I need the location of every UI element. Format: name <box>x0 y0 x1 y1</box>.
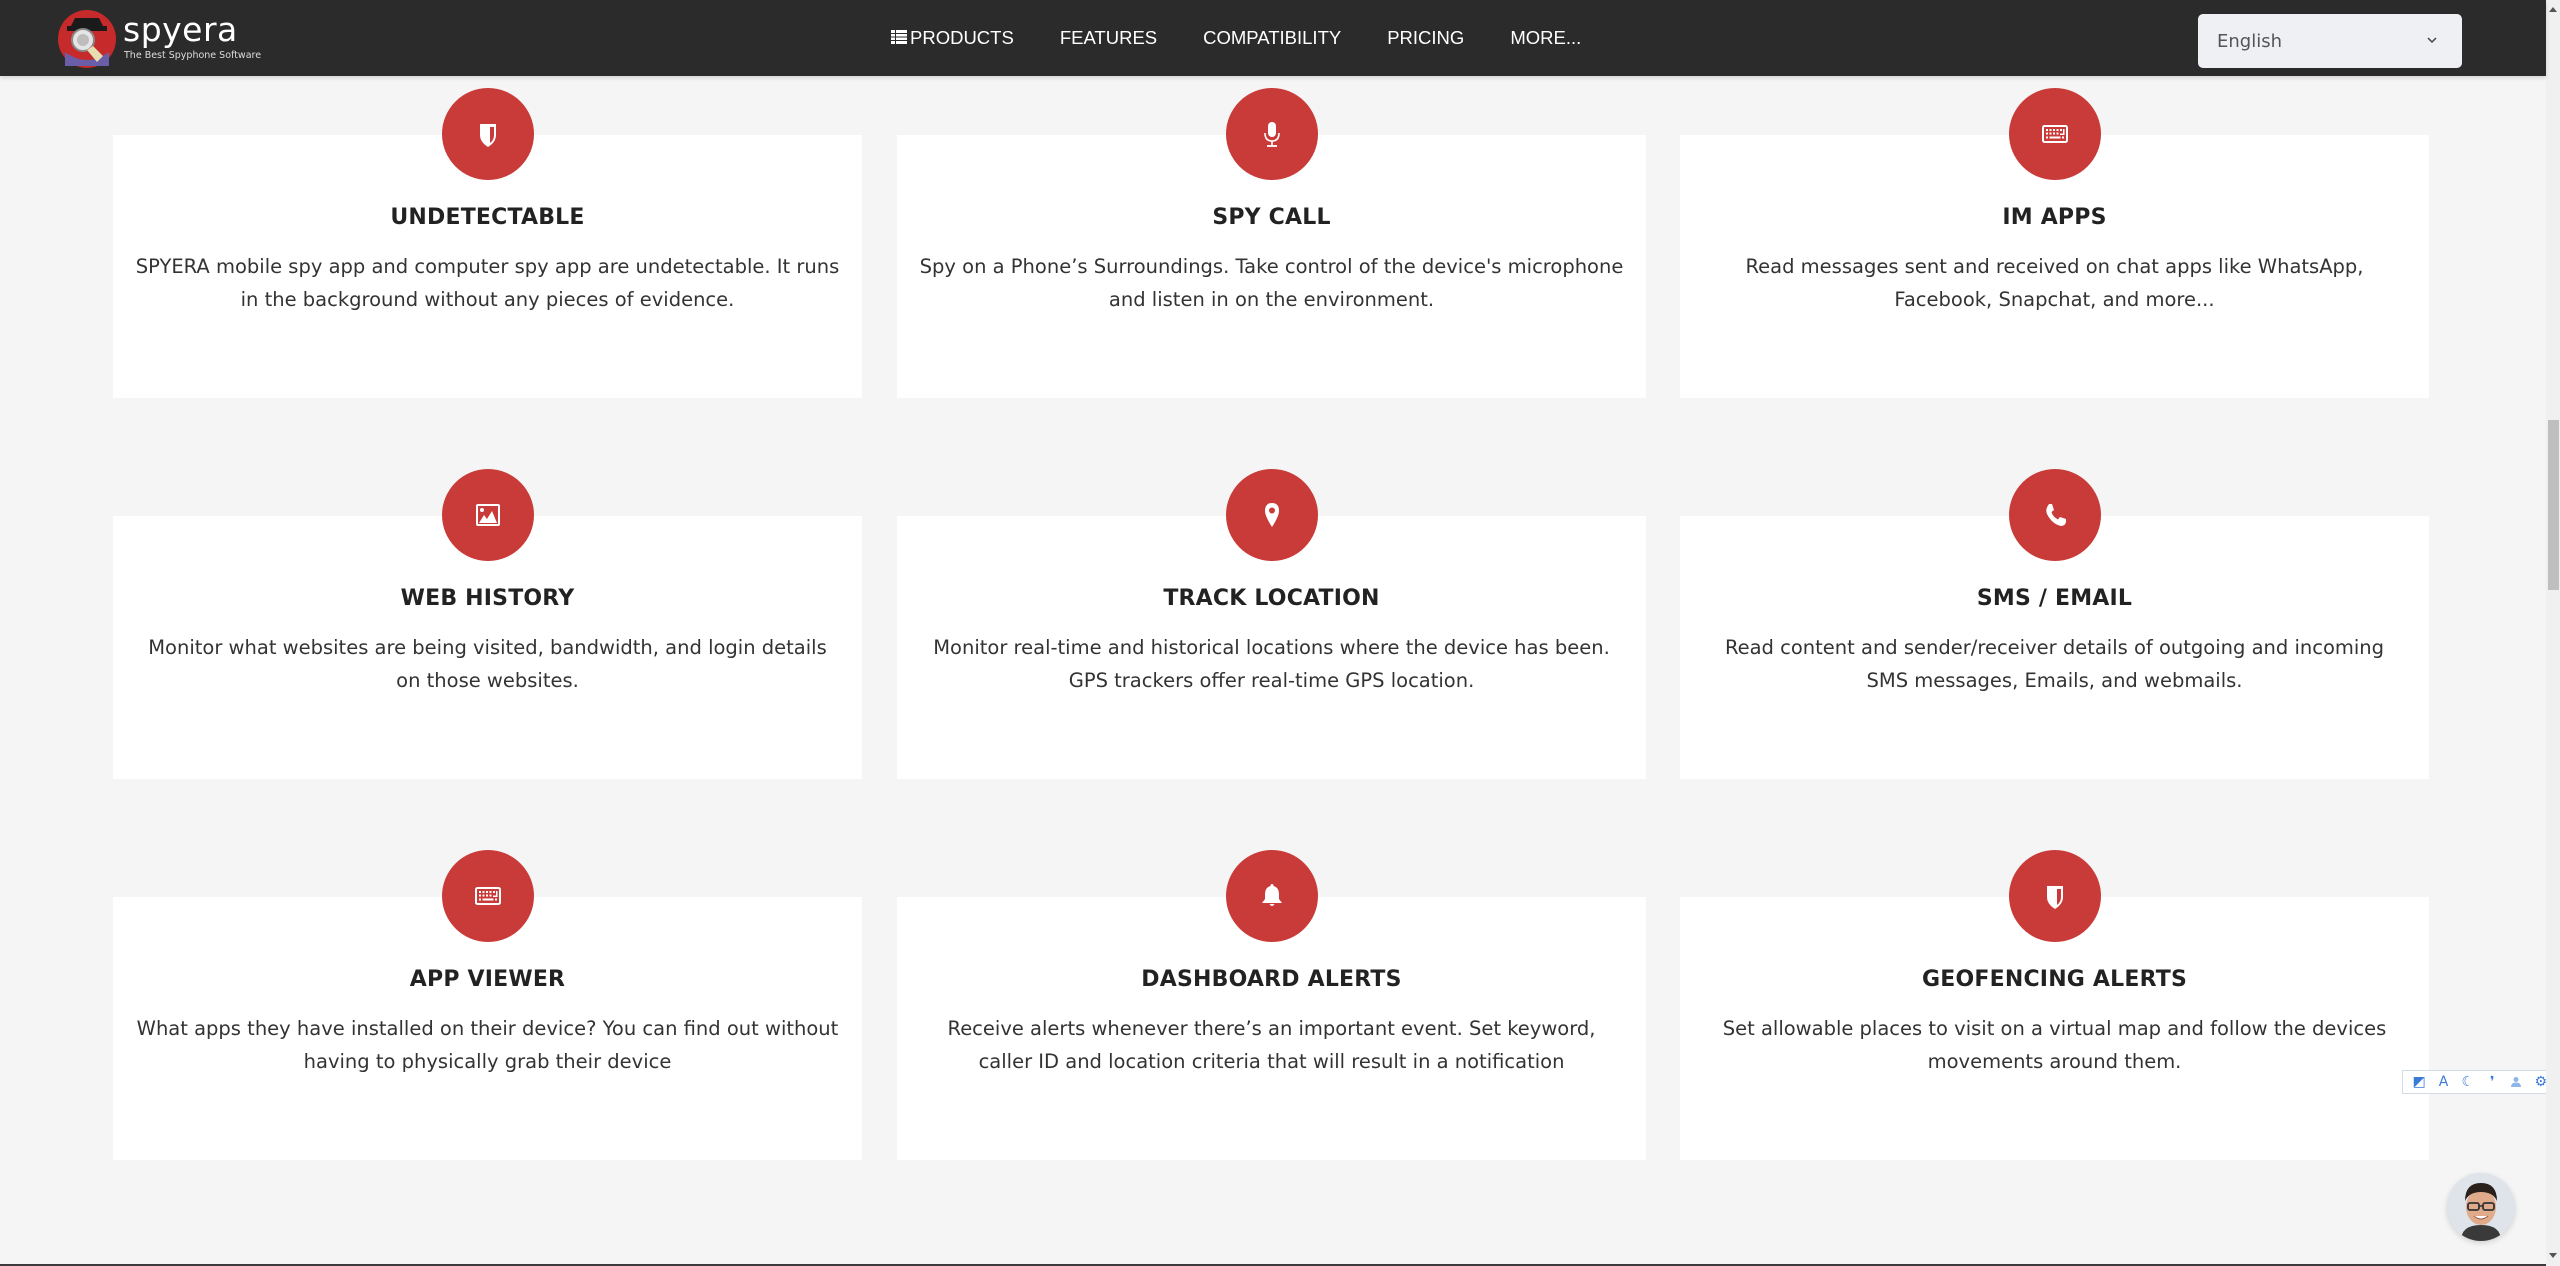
feature-title: TRACK LOCATION <box>1163 586 1380 611</box>
scroll-down-arrow-icon[interactable] <box>2549 1253 2557 1258</box>
logo-tagline: The Best Spyphone Software <box>124 50 262 61</box>
nav-products[interactable]: PRODUCTS <box>891 27 1014 49</box>
feature-icon-badge <box>2008 850 2101 942</box>
feature-title: IM APPS <box>2002 205 2107 230</box>
language-select-value: English <box>2217 30 2282 52</box>
user-icon[interactable] <box>2507 1073 2525 1091</box>
feature-icon-badge <box>441 469 534 561</box>
spyera-logo[interactable]: spyera The Best Spyphone Software <box>57 8 261 70</box>
logo-wordmark: spyera <box>123 10 238 49</box>
language-select[interactable]: English <box>2198 14 2462 68</box>
keyboard-icon <box>2041 125 2068 143</box>
keyboard-icon <box>474 887 501 905</box>
nav-pricing[interactable]: PRICING <box>1387 27 1464 49</box>
main-nav: PRODUCTS FEATURES COMPATIBILITY PRICING … <box>891 0 1627 76</box>
feature-description: Monitor what websites are being visited,… <box>148 636 827 692</box>
feature-card-dashboard-alerts: DASHBOARD ALERTS Receive alerts whenever… <box>897 850 1646 1160</box>
feature-card-spy-call: SPY CALL Spy on a Phone’s Surroundings. … <box>897 88 1646 398</box>
cursor-icon[interactable]: ❜ <box>2483 1073 2501 1091</box>
font-size-icon[interactable]: A <box>2434 1073 2452 1091</box>
feature-icon-badge <box>1225 850 1318 942</box>
feature-card-undetectable: UNDETECTABLE SPYERA mobile spy app and c… <box>113 88 862 398</box>
scroll-up-arrow-icon[interactable] <box>2549 7 2557 12</box>
page-scrollbar[interactable] <box>2546 0 2560 1266</box>
agent-avatar-icon <box>2447 1173 2515 1241</box>
feature-title: WEB HISTORY <box>400 586 575 611</box>
feature-title: APP VIEWER <box>409 967 566 992</box>
accessibility-toolbar: ◩ A ☾ ❜ ⚙ <box>2402 1070 2558 1094</box>
nav-products-label: PRODUCTS <box>910 27 1014 48</box>
microphone-icon <box>1263 122 1280 147</box>
feature-card-sms-email: SMS / EMAIL Read content and sender/rece… <box>1680 469 2429 779</box>
contrast-icon[interactable]: ◩ <box>2410 1073 2428 1091</box>
shield-icon <box>479 124 496 147</box>
feature-icon-badge <box>1225 469 1318 561</box>
feature-description: Monitor real-time and historical locatio… <box>933 636 1610 692</box>
feature-icon-badge <box>441 850 534 942</box>
feature-description: Receive alerts whenever there’s an impor… <box>947 1017 1596 1073</box>
feature-icon-badge <box>2008 88 2101 180</box>
scrollbar-thumb[interactable] <box>2548 420 2559 590</box>
feature-card-app-viewer: APP VIEWER What apps they have installed… <box>113 850 862 1160</box>
nav-more[interactable]: MORE... <box>1510 27 1581 49</box>
feature-description: Set allowable places to visit on a virtu… <box>1722 1017 2387 1073</box>
list-icon <box>891 30 907 44</box>
nav-compatibility[interactable]: COMPATIBILITY <box>1203 27 1341 49</box>
feature-title: SPY CALL <box>1212 205 1331 230</box>
feature-card-web-history: WEB HISTORY Monitor what websites are be… <box>113 469 862 779</box>
top-navbar: spyera The Best Spyphone Software PRODUC… <box>0 0 2546 76</box>
live-chat-avatar[interactable] <box>2447 1173 2515 1241</box>
dark-mode-icon[interactable]: ☾ <box>2459 1073 2477 1091</box>
image-icon <box>475 504 500 526</box>
feature-description: SPYERA mobile spy app and computer spy a… <box>135 255 840 311</box>
bell-icon <box>1261 884 1282 906</box>
map-pin-icon <box>1264 503 1279 527</box>
feature-card-geofencing-alerts: GEOFENCING ALERTS Set allowable places t… <box>1680 850 2429 1160</box>
feature-description: What apps they have installed on their d… <box>136 1017 839 1073</box>
feature-icon-badge <box>2008 469 2101 561</box>
feature-icon-badge <box>1225 88 1318 180</box>
nav-features[interactable]: FEATURES <box>1060 27 1157 49</box>
feature-card-track-location: TRACK LOCATION Monitor real-time and his… <box>897 469 1646 779</box>
feature-description: Spy on a Phone’s Surroundings. Take cont… <box>919 255 1624 311</box>
feature-title: GEOFENCING ALERTS <box>1922 967 2187 992</box>
feature-title: UNDETECTABLE <box>390 205 585 230</box>
feature-description: Read content and sender/receiver details… <box>1724 636 2385 692</box>
feature-icon-badge <box>441 88 534 180</box>
chevron-down-icon <box>2427 37 2437 44</box>
feature-title: SMS / EMAIL <box>1976 586 2133 611</box>
feature-title: DASHBOARD ALERTS <box>1141 967 1402 992</box>
feature-description: Read messages sent and received on chat … <box>1745 255 2364 311</box>
shield-icon <box>2046 886 2063 909</box>
feature-card-im-apps: IM APPS Read messages sent and received … <box>1680 88 2429 398</box>
phone-icon <box>2045 504 2066 526</box>
spy-mascot-icon <box>58 10 116 68</box>
